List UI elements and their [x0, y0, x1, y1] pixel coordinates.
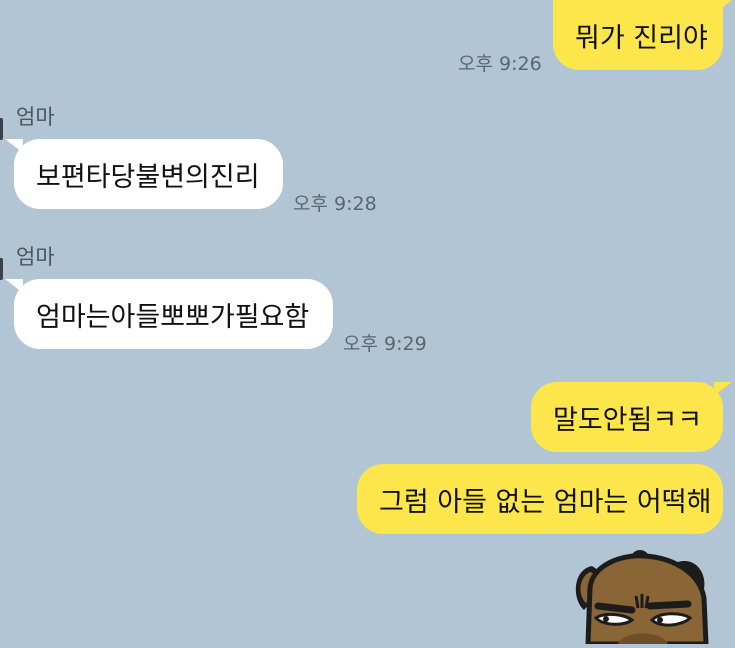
message-text: 말도안됨ㅋㅋ	[553, 404, 703, 436]
avatar-edge	[0, 258, 3, 280]
outgoing-message-bubble[interactable]: 말도안됨ㅋㅋ	[531, 382, 732, 452]
message-time: 오후 9:28	[293, 193, 377, 215]
avatar-edge	[0, 118, 3, 140]
grumpy-dog-sticker-icon	[575, 550, 709, 647]
message-text: 보편타당불변의진리	[36, 161, 260, 193]
message-time: 오후 9:29	[343, 333, 427, 355]
message-text: 엄마는아들뽀뽀가필요함	[36, 301, 310, 333]
outgoing-message-bubble[interactable]: 뭐가 진리야	[553, 0, 732, 70]
message-text: 뭐가 진리야	[575, 22, 708, 54]
incoming-message-bubble[interactable]: 엄마는아들뽀뽀가필요함	[5, 279, 333, 349]
message-time: 오후 9:26	[458, 53, 542, 75]
message-text: 그럼 아들 없는 엄마는 어떡해	[379, 486, 712, 518]
outgoing-message-bubble[interactable]: 그럼 아들 없는 엄마는 어떡해	[357, 464, 723, 534]
sender-name: 엄마	[16, 245, 55, 269]
sticker[interactable]	[570, 548, 735, 648]
incoming-message-bubble[interactable]: 보편타당불변의진리	[5, 139, 283, 209]
sender-name: 엄마	[16, 105, 55, 129]
